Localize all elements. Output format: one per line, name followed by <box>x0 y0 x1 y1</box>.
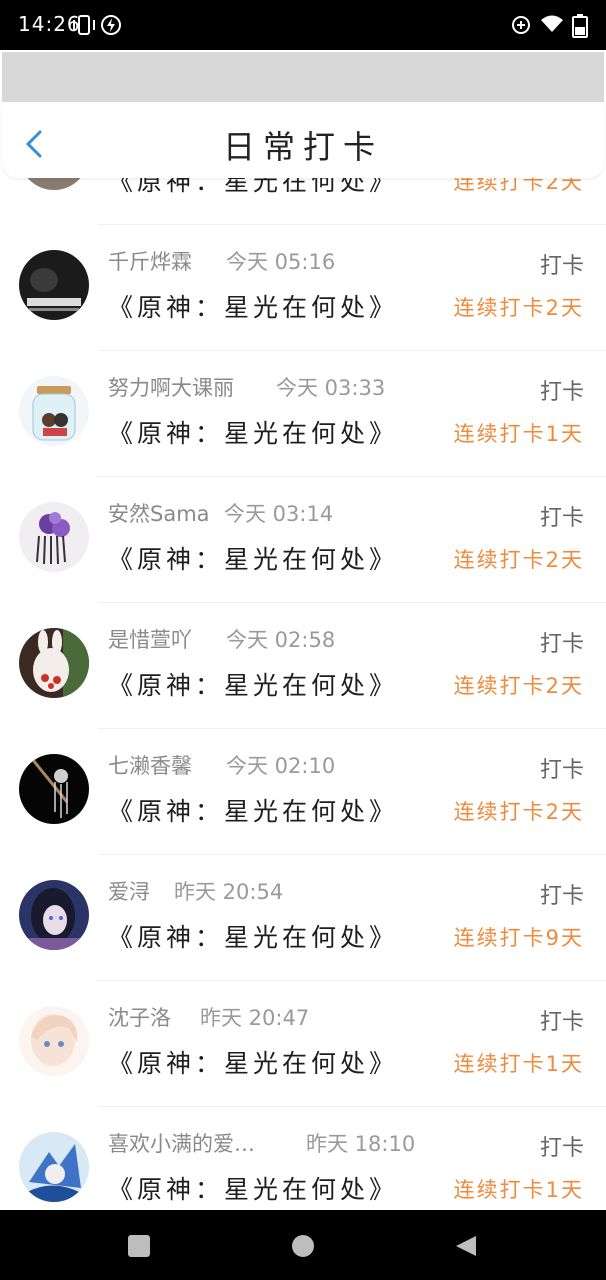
checkin-tag: 打卡 <box>539 1136 584 1161</box>
home-button-icon[interactable] <box>291 1234 315 1258</box>
vibrate-icon <box>73 15 95 35</box>
avatar[interactable] <box>19 628 89 698</box>
item-streak: 连续打卡2天 <box>453 800 584 824</box>
avatar[interactable] <box>19 754 89 824</box>
user-name: 喜欢小满的爱… <box>108 1132 255 1156</box>
checkin-tag: 打卡 <box>539 884 584 909</box>
avatar[interactable] <box>19 1132 89 1202</box>
list-item[interactable]: 千斤烨霖 今天 05:16 打卡 《原神：星光在何处》 连续打卡2天 <box>0 224 606 350</box>
item-time: 昨天 20:47 <box>200 1006 310 1030</box>
divider <box>98 224 606 225</box>
divider <box>98 728 606 729</box>
recents-button-icon[interactable] <box>127 1234 151 1258</box>
checkin-list: 《原神：星光在何处》 连续打卡2天 千斤烨霖 今天 05:16 打卡 《原神：星… <box>0 0 606 1210</box>
avatar[interactable] <box>19 376 89 446</box>
item-time: 昨天 20:54 <box>174 880 284 904</box>
divider <box>98 980 606 981</box>
divider <box>98 350 606 351</box>
item-streak: 连续打卡1天 <box>453 422 584 446</box>
item-content: 《原神：星光在何处》 <box>108 545 399 574</box>
list-item[interactable]: 努力啊大课丽 今天 03:33 打卡 《原神：星光在何处》 连续打卡1天 <box>0 350 606 476</box>
avatar[interactable] <box>19 250 89 320</box>
wifi-icon <box>541 15 563 32</box>
banner-placeholder <box>2 52 604 102</box>
divider <box>98 1106 606 1107</box>
checkin-tag: 打卡 <box>539 632 584 657</box>
item-streak: 连续打卡9天 <box>453 926 584 950</box>
item-content: 《原神：星光在何处》 <box>108 293 399 322</box>
item-time: 今天 03:33 <box>276 376 386 400</box>
item-streak: 连续打卡2天 <box>453 548 584 572</box>
checkin-tag: 打卡 <box>539 758 584 783</box>
item-time: 今天 05:16 <box>226 250 336 274</box>
item-streak: 连续打卡1天 <box>453 1052 584 1076</box>
item-content: 《原神：星光在何处》 <box>108 1175 399 1204</box>
item-content: 《原神：星光在何处》 <box>108 419 399 448</box>
checkin-tag: 打卡 <box>539 1010 584 1035</box>
page-title: 日常打卡 <box>222 128 383 166</box>
divider <box>98 476 606 477</box>
avatar[interactable] <box>19 502 89 572</box>
status-bar: 14:26 <box>0 0 606 50</box>
user-name: 爱浔 <box>108 880 150 904</box>
list-item[interactable]: 是惜萱吖 今天 02:58 打卡 《原神：星光在何处》 连续打卡2天 <box>0 602 606 728</box>
user-name: 七濑香馨 <box>108 754 192 778</box>
user-name: 千斤烨霖 <box>108 250 192 274</box>
list-item[interactable]: 爱浔 昨天 20:54 打卡 《原神：星光在何处》 连续打卡9天 <box>0 854 606 980</box>
divider <box>98 602 606 603</box>
user-name: 努力啊大课丽 <box>108 376 234 400</box>
item-content: 《原神：星光在何处》 <box>108 671 399 700</box>
divider <box>98 854 606 855</box>
charging-icon <box>101 15 121 35</box>
battery-icon <box>572 14 588 38</box>
list-item[interactable]: 七濑香馨 今天 02:10 打卡 《原神：星光在何处》 连续打卡2天 <box>0 728 606 854</box>
user-name: 安然Sama <box>108 502 210 526</box>
back-button-icon[interactable] <box>454 1234 478 1258</box>
checkin-tag: 打卡 <box>539 254 584 279</box>
item-content: 《原神：星光在何处》 <box>108 1049 399 1078</box>
app-header: 日常打卡 <box>2 102 604 178</box>
avatar[interactable] <box>19 1006 89 1076</box>
data-saver-icon <box>512 16 530 34</box>
item-time: 今天 03:14 <box>224 502 334 526</box>
avatar[interactable] <box>19 880 89 950</box>
user-name: 是惜萱吖 <box>108 628 192 652</box>
item-streak: 连续打卡1天 <box>453 1178 584 1202</box>
list-item[interactable]: 沈子洛 昨天 20:47 打卡 《原神：星光在何处》 连续打卡1天 <box>0 980 606 1106</box>
item-content: 《原神：星光在何处》 <box>108 797 399 826</box>
user-name: 沈子洛 <box>108 1006 171 1030</box>
checkin-tag: 打卡 <box>539 506 584 531</box>
item-content: 《原神：星光在何处》 <box>108 923 399 952</box>
system-nav-bar <box>0 1210 606 1280</box>
item-time: 今天 02:10 <box>226 754 336 778</box>
item-time: 昨天 18:10 <box>306 1132 416 1156</box>
item-streak: 连续打卡2天 <box>453 674 584 698</box>
checkin-tag: 打卡 <box>539 380 584 405</box>
item-streak: 连续打卡2天 <box>453 296 584 320</box>
item-time: 今天 02:58 <box>226 628 336 652</box>
list-item[interactable]: 安然Sama 今天 03:14 打卡 《原神：星光在何处》 连续打卡2天 <box>0 476 606 602</box>
